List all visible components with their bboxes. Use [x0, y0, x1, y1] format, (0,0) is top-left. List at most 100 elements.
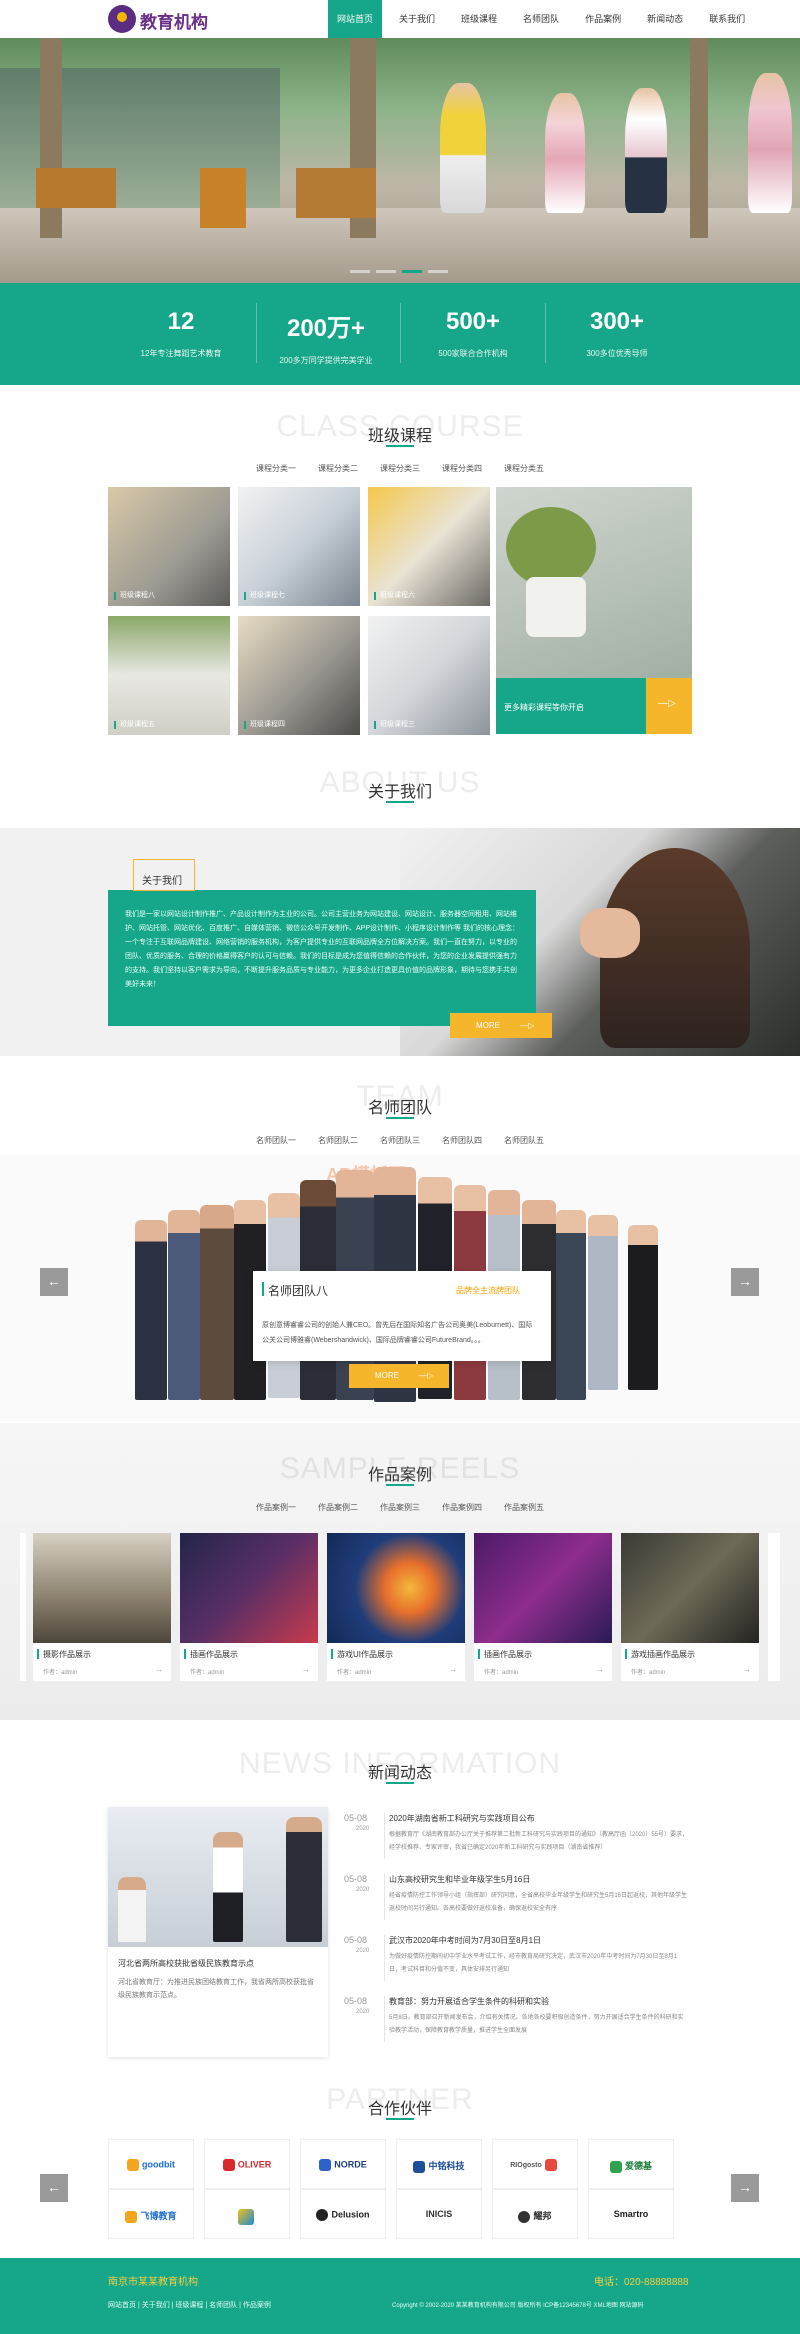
partner-logo-feibo[interactable]: 飞博教育 [108, 2189, 194, 2239]
banner-dot[interactable] [350, 270, 370, 273]
news-feature-title[interactable]: 河北省两所高校获批省级民族教育示点 [118, 1958, 318, 1969]
about-more-button[interactable]: MORE —▷ [450, 1013, 552, 1038]
partners-prev-button[interactable]: ← [40, 2174, 68, 2202]
tab-course-2[interactable]: 课程分类二 [318, 463, 358, 474]
work-title-bar [37, 1649, 39, 1659]
work-title[interactable]: 游戏UI作品展示 [337, 1649, 393, 1660]
course-more-text[interactable]: 更多精彩课程等你开启 [504, 702, 584, 713]
banner-pagination [350, 270, 448, 273]
logo-icon[interactable] [108, 5, 136, 33]
tab-team-5[interactable]: 名师团队五 [504, 1135, 544, 1146]
banner-dot[interactable] [428, 270, 448, 273]
nav-team[interactable]: 名师团队 [514, 0, 568, 38]
nav-about[interactable]: 关于我们 [390, 0, 444, 38]
caption-bar [114, 721, 116, 729]
banner-dot[interactable] [376, 270, 396, 273]
work-title[interactable]: 插画作品展示 [484, 1649, 532, 1660]
tab-works-1[interactable]: 作品案例一 [256, 1502, 296, 1513]
news-day: 05-08 [344, 1996, 368, 2006]
partner-logo-inicis[interactable]: INICIS [396, 2189, 482, 2239]
nav-news[interactable]: 新闻动态 [638, 0, 692, 38]
work-card[interactable]: 插画作品展示 作者：admin → [474, 1533, 612, 1681]
work-card[interactable]: 摄影作品展示 作者：admin → [33, 1533, 171, 1681]
arrow-right-icon[interactable]: → [449, 1665, 457, 1674]
arrow-right-icon: —▷ [419, 1371, 434, 1380]
tab-team-3[interactable]: 名师团队三 [380, 1135, 420, 1146]
course-card[interactable]: 班级课程七 [238, 487, 360, 606]
work-card[interactable]: 游戏插画作品展示 作者：admin → [621, 1533, 759, 1681]
news-item[interactable]: 05-08 2020 山东高校研究生和毕业年级学生5月16日 经省疫情防控工作领… [344, 1874, 690, 1922]
person-face-image [580, 908, 640, 958]
team-member-name[interactable]: 名师团队八 [268, 1282, 328, 1299]
tab-team-1[interactable]: 名师团队一 [256, 1135, 296, 1146]
banner-dot[interactable] [402, 270, 422, 273]
arrow-right-icon[interactable]: → [743, 1665, 751, 1674]
course-card[interactable]: 班级课程五 [108, 616, 230, 735]
partner-logo-arrow[interactable] [204, 2189, 290, 2239]
partner-logo-zhongming[interactable]: 中铭科技 [396, 2139, 482, 2189]
news-title[interactable]: 武汉市2020年中考时间为7月30日至8月1日 [389, 1935, 541, 1946]
news-item[interactable]: 05-08 2020 2020年湖南省新工科研究与实践项目公布 根据教育厅《湖南… [344, 1813, 690, 1861]
course-feature-card[interactable]: —▷ 更多精彩课程等你开启 [496, 487, 692, 734]
course-card[interactable]: 班级课程八 [108, 487, 230, 606]
hero-banner[interactable] [0, 38, 800, 283]
arrow-right-icon[interactable]: → [302, 1665, 310, 1674]
course-card[interactable]: 班级课程四 [238, 616, 360, 735]
nav-works[interactable]: 作品案例 [576, 0, 630, 38]
team-next-button[interactable]: → [731, 1268, 759, 1296]
news-item[interactable]: 05-08 2020 教育部：努力开展适合学生条件的科研和实验 5月8日，教育部… [344, 1996, 690, 2044]
tab-team-4[interactable]: 名师团队四 [442, 1135, 482, 1146]
works-tabs: 作品案例一 作品案例二 作品案例三 作品案例四 作品案例五 [0, 1502, 800, 1513]
tab-works-2[interactable]: 作品案例二 [318, 1502, 358, 1513]
news-title[interactable]: 2020年湖南省新工科研究与实践项目公布 [389, 1813, 535, 1824]
logo-text[interactable]: 教育机构 [140, 8, 208, 33]
person-image [213, 1832, 243, 1942]
work-card[interactable]: 游戏UI作品展示 作者：admin → [327, 1533, 465, 1681]
partner-logo-delusion[interactable]: Delusion [300, 2189, 386, 2239]
arrow-right-icon[interactable]: → [596, 1665, 604, 1674]
tab-course-3[interactable]: 课程分类三 [380, 463, 420, 474]
work-title[interactable]: 游戏插画作品展示 [631, 1649, 695, 1660]
partner-logo-smartro[interactable]: Smartro [588, 2189, 674, 2239]
course-card[interactable]: 班级课程三 [368, 616, 490, 735]
tab-works-5[interactable]: 作品案例五 [504, 1502, 544, 1513]
more-label: MORE [476, 1021, 500, 1030]
news-item[interactable]: 05-08 2020 武汉市2020年中考时间为7月30日至8月1日 为做好疫情… [344, 1935, 690, 1983]
team-member [556, 1210, 586, 1400]
work-title-bar [625, 1649, 627, 1659]
stat-description: 500家联合合作机构 [438, 349, 508, 358]
work-card[interactable]: 插画作品展示 作者：admin → [180, 1533, 318, 1681]
tab-works-3[interactable]: 作品案例三 [380, 1502, 420, 1513]
partner-mark-icon [316, 2209, 329, 2221]
partner-logo-riogosto[interactable]: RIOgosto [492, 2139, 578, 2189]
work-author: 作者：admin [337, 1670, 372, 1676]
partner-logo-norde[interactable]: NORDE [300, 2139, 386, 2189]
team-more-button[interactable]: MORE —▷ [349, 1364, 449, 1388]
tab-team-2[interactable]: 名师团队二 [318, 1135, 358, 1146]
course-more-arrow-button[interactable]: —▷ [646, 678, 692, 734]
news-title[interactable]: 教育部：努力开展适合学生条件的科研和实验 [389, 1996, 549, 2007]
tab-works-4[interactable]: 作品案例四 [442, 1502, 482, 1513]
tab-course-1[interactable]: 课程分类一 [256, 463, 296, 474]
arrow-right-icon[interactable]: → [155, 1665, 163, 1674]
news-feature-card[interactable] [108, 1807, 328, 2057]
work-title[interactable]: 插画作品展示 [190, 1649, 238, 1660]
caption-bar [374, 721, 376, 729]
work-title[interactable]: 摄影作品展示 [43, 1649, 91, 1660]
partners-next-button[interactable]: → [731, 2174, 759, 2202]
news-title[interactable]: 山东高校研究生和毕业年级学生5月16日 [389, 1874, 530, 1885]
team-prev-button[interactable]: ← [40, 1268, 68, 1296]
nav-home[interactable]: 网站首页 [328, 0, 383, 38]
news-day: 05-08 [344, 1935, 368, 1945]
tab-course-5[interactable]: 课程分类五 [504, 463, 544, 474]
tab-course-4[interactable]: 课程分类四 [442, 463, 482, 474]
partner-logo-aidejia[interactable]: 爱德基 [588, 2139, 674, 2189]
nav-courses[interactable]: 班级课程 [452, 0, 506, 38]
nav-contact[interactable]: 联系我们 [700, 0, 754, 38]
partner-logo-yaobang[interactable]: 耀邦 [492, 2189, 578, 2239]
partner-logo-oliver[interactable]: OLIVER [204, 2139, 290, 2189]
section-title-works: 作品案例 [367, 1467, 432, 1484]
footer-links[interactable]: 网站首页 | 关于我们 | 班级课程 | 名师团队 | 作品案例 [108, 2300, 271, 2310]
partner-logo-goodbit[interactable]: goodbit [108, 2139, 194, 2189]
course-card[interactable]: 班级课程六 [368, 487, 490, 606]
